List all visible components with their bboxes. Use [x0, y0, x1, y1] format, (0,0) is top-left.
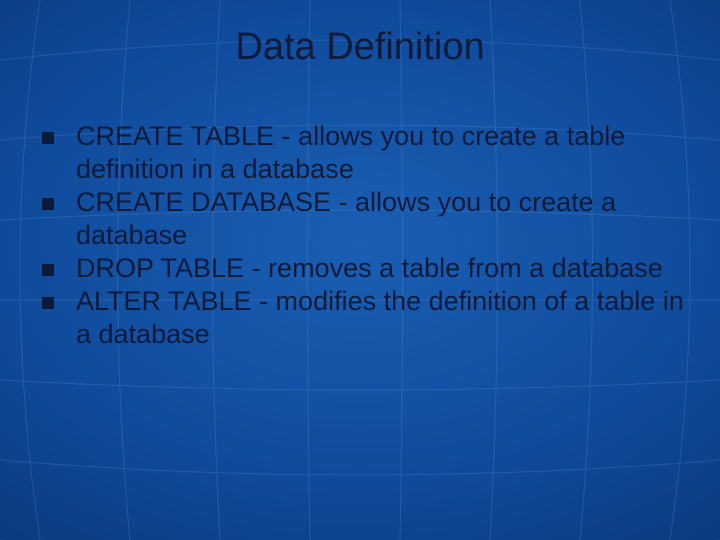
list-item: CREATE TABLE - allows you to create a ta… [36, 120, 684, 186]
bullet-square-icon [42, 198, 54, 210]
bullet-square-icon [42, 132, 54, 144]
bullet-text: DROP TABLE - removes a table from a data… [76, 252, 684, 285]
bullet-text: ALTER TABLE - modifies the definition of… [76, 285, 684, 351]
bullet-text: CREATE TABLE - allows you to create a ta… [76, 120, 684, 186]
slide-body: CREATE TABLE - allows you to create a ta… [36, 120, 684, 351]
bullet-square-icon [42, 264, 54, 276]
slide-title: Data Definition [0, 26, 720, 69]
list-item: CREATE DATABASE - allows you to create a… [36, 186, 684, 252]
list-item: DROP TABLE - removes a table from a data… [36, 252, 684, 285]
bullet-square-icon [42, 297, 54, 309]
slide: Data Definition CREATE TABLE - allows yo… [0, 0, 720, 540]
list-item: ALTER TABLE - modifies the definition of… [36, 285, 684, 351]
bullet-text: CREATE DATABASE - allows you to create a… [76, 186, 684, 252]
